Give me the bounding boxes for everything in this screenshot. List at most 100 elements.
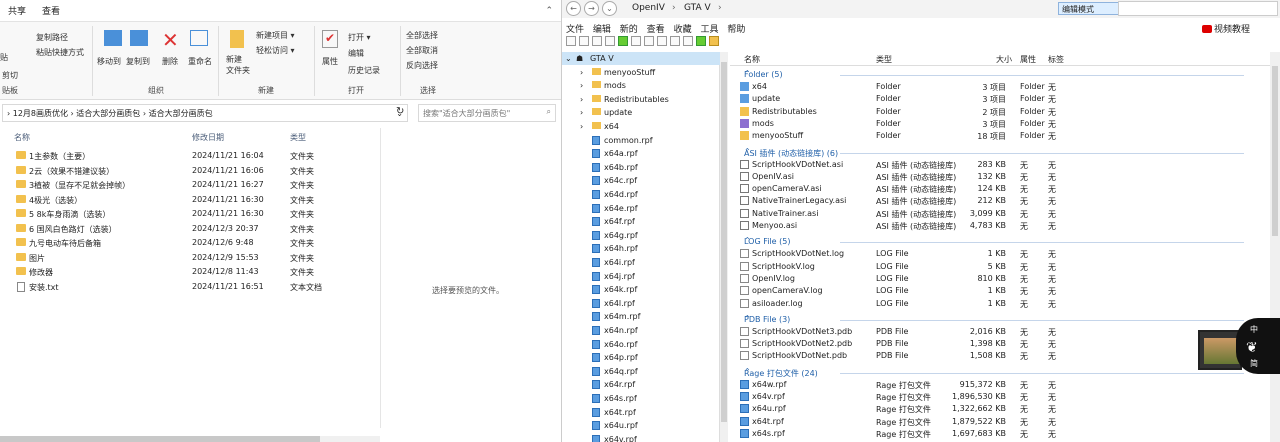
file-row[interactable]: OpenIV.asi ASI 插件 (动态链接库) 132 KB 无 无 [730,171,1260,183]
file-row[interactable]: ScriptHookVDotNet.pdb PDB File 1,508 KB 无 无 [730,350,1260,362]
file-row[interactable]: update Folder 3 项目 Folder 无 [730,93,1260,105]
tree-item[interactable]: x64v.rpf [562,433,720,442]
details-icon[interactable] [683,36,693,46]
horizontal-scrollbar[interactable] [0,436,380,442]
tree-item[interactable]: x64d.rpf [562,188,720,201]
file-row[interactable]: ScriptHookVDotNet.asi ASI 插件 (动态链接库) 283 K… [730,159,1260,171]
copy-path-button[interactable]: 复制路径 [36,32,68,43]
tree-item[interactable]: x64h.rpf [562,242,720,255]
rename-button[interactable]: 重命名 [188,56,212,67]
tree-item[interactable]: x64o.rpf [562,338,720,351]
openiv-search-input[interactable] [1118,1,1278,16]
file-row[interactable]: NativeTrainer.asi ASI 插件 (动态链接库) 3,099 KB 无… [730,208,1260,220]
cut-button[interactable]: 剪切 [2,70,18,81]
chevron-up-icon[interactable]: ⌃ [744,367,1254,376]
edit-mode-button[interactable]: 编辑模式 [1058,2,1122,15]
group-header[interactable]: LOG File (5) ⌃ [730,235,1260,248]
tree-item[interactable]: x64q.rpf [562,365,720,378]
file-row[interactable]: x64t.rpf Rage 打包文件 1,879,522 KB 无 无 [730,416,1260,428]
file-row[interactable]: x64w.rpf Rage 打包文件 915,372 KB 无 无 [730,379,1260,391]
list-icon[interactable] [670,36,680,46]
group-header[interactable]: Rage 打包文件 (24) ⌃ [730,366,1260,379]
tree-item[interactable]: x64g.rpf [562,229,720,242]
file-row[interactable]: 九号电动车待后备箱 2024/12/6 9:48 文件夹 [0,237,380,249]
menu-new[interactable]: 新的 [620,25,638,35]
copy-to-button[interactable]: 复制到 [126,56,150,67]
file-row[interactable]: 5 8k车身雨滴（选装） 2024/11/21 16:30 文件夹 [0,208,380,220]
tree-item[interactable]: x64s.rpf [562,392,720,405]
list-scrollbar[interactable] [1270,52,1280,442]
file-row[interactable]: 4极光（选装） 2024/11/21 16:30 文件夹 [0,194,380,206]
file-row[interactable]: NativeTrainerLegacy.asi ASI 插件 (动态链接库) 212… [730,195,1260,207]
file-row[interactable]: x64s.rpf Rage 打包文件 1,697,683 KB 无 无 [730,428,1260,440]
file-row[interactable]: 1主参数（主要） 2024/11/21 16:04 文件夹 [0,150,380,162]
menu-favorites[interactable]: 收藏 [674,25,692,35]
tree-item[interactable]: x64c.rpf [562,174,720,187]
chevron-right-icon[interactable]: › [580,108,583,117]
file-row[interactable]: ScriptHookVDotNet3.pdb PDB File 2,016 KB 无 无 [730,326,1260,338]
invert-selection-button[interactable]: 反向选择 [406,60,438,71]
file-row[interactable]: 3植被（显存不足就会掉帧） 2024/11/21 16:27 文件夹 [0,179,380,191]
menu-edit[interactable]: 编辑 [593,25,611,35]
file-row[interactable]: 图片 2024/12/9 15:53 文件夹 [0,252,380,264]
address-bar[interactable]: › 12月8画质优化 › 适合大部分画质包 › 适合大部分画质包 ⌄ [2,104,408,122]
tree-item[interactable]: x64f.rpf [562,215,720,228]
history-icon[interactable]: ⌄ [602,1,617,16]
tree-item[interactable]: ⌄ ☗ GTA V [562,52,720,65]
tree-item[interactable]: x64a.rpf [562,147,720,160]
tree-item[interactable]: › mods [562,79,720,92]
menu-tools[interactable]: 工具 [700,25,718,35]
file-row[interactable]: x64 Folder 3 项目 Folder 无 [730,81,1260,93]
menu-help[interactable]: 帮助 [727,25,745,35]
view-icon[interactable] [644,36,654,46]
properties-button[interactable]: 属性 [322,56,338,67]
tree-item[interactable]: x64u.rpf [562,419,720,432]
group-header[interactable]: ASI 插件 (动态链接库) (6) ⌃ [730,146,1260,159]
back-icon[interactable]: ← [566,1,581,16]
path-gtav[interactable]: GTA V [684,3,711,13]
file-row[interactable]: ScriptHookV.log LOG File 5 KB 无 无 [730,261,1260,273]
chevron-right-icon[interactable]: › [580,81,583,90]
grid-icon[interactable] [657,36,667,46]
tree-item[interactable]: common.rpf [562,134,720,147]
tree-item[interactable]: x64t.rpf [562,406,720,419]
tree-item[interactable]: x64l.rpf [562,297,720,310]
chevron-down-icon[interactable]: ⌄ [565,54,572,63]
file-row[interactable]: 2云（效果不错建议装） 2024/11/21 16:06 文件夹 [0,165,380,177]
column-size[interactable]: 大小 [996,54,1012,65]
history-button[interactable]: 历史记录 [348,65,380,76]
file-row[interactable]: Menyoo.asi ASI 插件 (动态链接库) 4,783 KB 无 无 [730,220,1260,232]
tree-item[interactable]: x64b.rpf [562,161,720,174]
file-row[interactable]: openCameraV.asi ASI 插件 (动态链接库) 124 KB 无 无 [730,183,1260,195]
chevron-up-icon[interactable]: ⌃ [744,69,1254,78]
column-type[interactable]: 类型 [290,132,306,143]
open-button[interactable]: 打开 ▾ [348,32,371,43]
new-folder-button[interactable]: 新建 文件夹 [226,54,250,76]
path-openiv[interactable]: OpenIV [632,3,665,13]
chevron-right-icon[interactable]: › [580,95,583,104]
group-header[interactable]: PDB File (3) ⌃ [730,313,1260,326]
column-tags[interactable]: 标签 [1048,54,1064,65]
column-attributes[interactable]: 属性 [1020,54,1036,65]
tree-item[interactable]: x64p.rpf [562,351,720,364]
move-to-button[interactable]: 移动到 [97,56,121,67]
tree-scrollbar[interactable] [720,52,728,442]
new-item-button[interactable]: 新建项目 ▾ [256,30,295,41]
group-header[interactable]: Folder (5) ⌃ [730,68,1260,81]
new-file-icon[interactable] [566,36,576,46]
column-date[interactable]: 修改日期 [192,132,224,143]
paste-shortcut-button[interactable]: 粘贴快捷方式 [36,47,84,58]
chevron-up-icon[interactable]: ⌃ [744,147,1254,156]
tree-item[interactable]: x64m.rpf [562,310,720,323]
search-input[interactable]: 搜索"适合大部分画质包" ⌕ [418,104,556,122]
add-icon[interactable] [696,36,706,46]
tree-item[interactable]: x64k.rpf [562,283,720,296]
tree-item[interactable]: › Redistributables [562,93,720,106]
forward-icon[interactable]: → [584,1,599,16]
file-row[interactable]: x64u.rpf Rage 打包文件 1,322,662 KB 无 无 [730,403,1260,415]
file-row[interactable]: menyooStuff Folder 18 项目 Folder 无 [730,130,1260,142]
tree-item[interactable]: x64j.rpf [562,270,720,283]
file-row[interactable]: 6 国风白色路灯（选装） 2024/12/3 20:37 文件夹 [0,223,380,235]
edit-button[interactable]: 编辑 [348,48,364,59]
column-name[interactable]: 名称 [14,132,30,143]
